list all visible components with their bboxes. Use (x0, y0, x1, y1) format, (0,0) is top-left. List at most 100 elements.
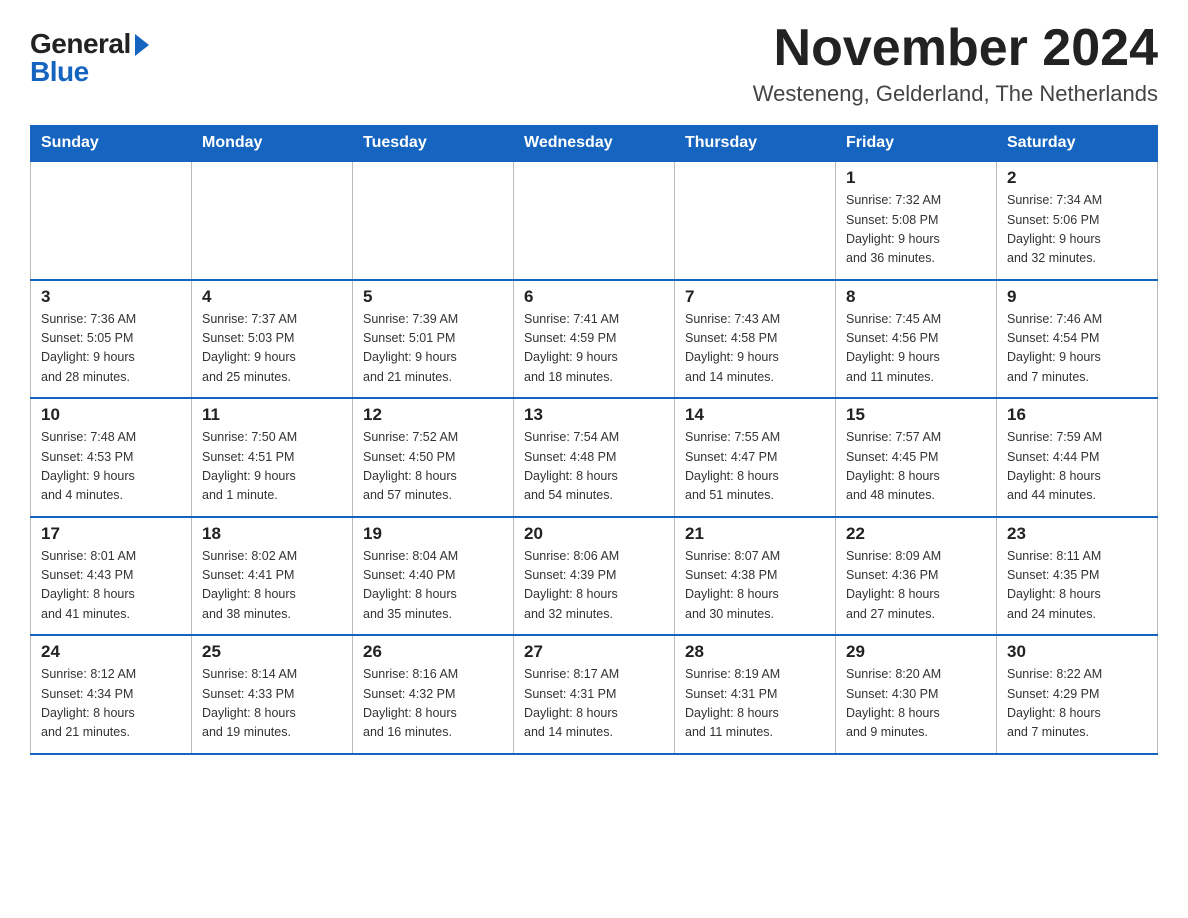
header-tuesday: Tuesday (353, 126, 514, 162)
day-number: 22 (846, 524, 986, 544)
table-row: 6 Sunrise: 7:41 AM Sunset: 4:59 PM Daylig… (514, 280, 675, 399)
table-row: 8 Sunrise: 7:45 AM Sunset: 4:56 PM Daylig… (836, 280, 997, 399)
day-number: 11 (202, 405, 342, 425)
table-row: 27 Sunrise: 8:17 AM Sunset: 4:31 PM Dayli… (514, 635, 675, 754)
day-info: Sunrise: 7:37 AM Sunset: 5:03 PM Dayligh… (202, 310, 342, 388)
table-row: 25Sunrise: 8:14 AM Sunset: 4:33 PM Dayli… (192, 635, 353, 754)
day-info: Sunrise: 7:55 AM Sunset: 4:47 PM Dayligh… (685, 428, 825, 506)
calendar-week-row: 17 Sunrise: 8:01 AM Sunset: 4:43 PM Dayli… (31, 517, 1158, 636)
day-number: 14 (685, 405, 825, 425)
table-row (353, 161, 514, 280)
day-info: Sunrise: 8:02 AM Sunset: 4:41 PM Dayligh… (202, 547, 342, 625)
day-info: Sunrise: 7:45 AM Sunset: 4:56 PM Dayligh… (846, 310, 986, 388)
day-info: Sunrise: 8:22 AM Sunset: 4:29 PM Dayligh… (1007, 665, 1147, 743)
day-info: Sunrise: 7:36 AM Sunset: 5:05 PM Dayligh… (41, 310, 181, 388)
table-row (192, 161, 353, 280)
header-thursday: Thursday (675, 126, 836, 162)
day-info: Sunrise: 7:59 AM Sunset: 4:44 PM Dayligh… (1007, 428, 1147, 506)
day-number: 4 (202, 287, 342, 307)
day-number: 16 (1007, 405, 1147, 425)
day-number: 29 (846, 642, 986, 662)
day-number: 9 (1007, 287, 1147, 307)
table-row: 26 Sunrise: 8:16 AM Sunset: 4:32 PM Dayli… (353, 635, 514, 754)
day-number: 23 (1007, 524, 1147, 544)
day-info: Sunrise: 8:06 AM Sunset: 4:39 PM Dayligh… (524, 547, 664, 625)
day-number: 2 (1007, 168, 1147, 188)
table-row (675, 161, 836, 280)
table-row: 12 Sunrise: 7:52 AM Sunset: 4:50 PM Dayli… (353, 398, 514, 517)
day-number: 21 (685, 524, 825, 544)
day-info: Sunrise: 7:34 AM Sunset: 5:06 PM Dayligh… (1007, 191, 1147, 269)
header-sunday: Sunday (31, 126, 192, 162)
day-number: 13 (524, 405, 664, 425)
header-wednesday: Wednesday (514, 126, 675, 162)
day-info: Sunrise: 7:50 AM Sunset: 4:51 PM Dayligh… (202, 428, 342, 506)
day-info: Sunrise: 8:01 AM Sunset: 4:43 PM Dayligh… (41, 547, 181, 625)
logo-blue-text: Blue (30, 58, 89, 86)
day-number: 12 (363, 405, 503, 425)
table-row (514, 161, 675, 280)
header-saturday: Saturday (997, 126, 1158, 162)
day-info: Sunrise: 7:41 AM Sunset: 4:59 PM Dayligh… (524, 310, 664, 388)
day-number: 18 (202, 524, 342, 544)
table-row: 29Sunrise: 8:20 AM Sunset: 4:30 PM Dayli… (836, 635, 997, 754)
day-info: Sunrise: 7:52 AM Sunset: 4:50 PM Dayligh… (363, 428, 503, 506)
calendar-week-row: 1 Sunrise: 7:32 AM Sunset: 5:08 PM Daylig… (31, 161, 1158, 280)
table-row: 11 Sunrise: 7:50 AM Sunset: 4:51 PM Dayli… (192, 398, 353, 517)
calendar-week-row: 24 Sunrise: 8:12 AM Sunset: 4:34 PM Dayli… (31, 635, 1158, 754)
day-info: Sunrise: 7:46 AM Sunset: 4:54 PM Dayligh… (1007, 310, 1147, 388)
day-number: 26 (363, 642, 503, 662)
day-number: 7 (685, 287, 825, 307)
day-info: Sunrise: 7:48 AM Sunset: 4:53 PM Dayligh… (41, 428, 181, 506)
day-number: 8 (846, 287, 986, 307)
logo: General Blue (30, 30, 149, 86)
table-row: 7 Sunrise: 7:43 AM Sunset: 4:58 PM Daylig… (675, 280, 836, 399)
calendar-header-row: Sunday Monday Tuesday Wednesday Thursday… (31, 126, 1158, 162)
table-row: 23 Sunrise: 8:11 AM Sunset: 4:35 PM Dayli… (997, 517, 1158, 636)
table-row: 5 Sunrise: 7:39 AM Sunset: 5:01 PM Daylig… (353, 280, 514, 399)
page-header: General Blue November 2024 Westeneng, Ge… (30, 20, 1158, 107)
day-info: Sunrise: 8:09 AM Sunset: 4:36 PM Dayligh… (846, 547, 986, 625)
day-number: 28 (685, 642, 825, 662)
table-row: 2 Sunrise: 7:34 AM Sunset: 5:06 PM Daylig… (997, 161, 1158, 280)
table-row: 10 Sunrise: 7:48 AM Sunset: 4:53 PM Dayli… (31, 398, 192, 517)
table-row: 14 Sunrise: 7:55 AM Sunset: 4:47 PM Dayli… (675, 398, 836, 517)
table-row: 24 Sunrise: 8:12 AM Sunset: 4:34 PM Dayli… (31, 635, 192, 754)
table-row: 15Sunrise: 7:57 AM Sunset: 4:45 PM Dayli… (836, 398, 997, 517)
day-info: Sunrise: 8:12 AM Sunset: 4:34 PM Dayligh… (41, 665, 181, 743)
table-row: 21 Sunrise: 8:07 AM Sunset: 4:38 PM Dayli… (675, 517, 836, 636)
day-info: Sunrise: 8:04 AM Sunset: 4:40 PM Dayligh… (363, 547, 503, 625)
calendar-table: Sunday Monday Tuesday Wednesday Thursday… (30, 125, 1158, 755)
day-info: Sunrise: 7:39 AM Sunset: 5:01 PM Dayligh… (363, 310, 503, 388)
day-number: 6 (524, 287, 664, 307)
header-friday: Friday (836, 126, 997, 162)
day-number: 30 (1007, 642, 1147, 662)
table-row: 3Sunrise: 7:36 AM Sunset: 5:05 PM Daylig… (31, 280, 192, 399)
day-info: Sunrise: 8:07 AM Sunset: 4:38 PM Dayligh… (685, 547, 825, 625)
table-row: 17 Sunrise: 8:01 AM Sunset: 4:43 PM Dayli… (31, 517, 192, 636)
table-row: 16 Sunrise: 7:59 AM Sunset: 4:44 PM Dayli… (997, 398, 1158, 517)
day-number: 5 (363, 287, 503, 307)
calendar-week-row: 10 Sunrise: 7:48 AM Sunset: 4:53 PM Dayli… (31, 398, 1158, 517)
day-info: Sunrise: 7:43 AM Sunset: 4:58 PM Dayligh… (685, 310, 825, 388)
day-number: 19 (363, 524, 503, 544)
day-info: Sunrise: 8:11 AM Sunset: 4:35 PM Dayligh… (1007, 547, 1147, 625)
day-number: 24 (41, 642, 181, 662)
day-number: 17 (41, 524, 181, 544)
logo-arrow-icon (135, 34, 149, 56)
table-row: 20Sunrise: 8:06 AM Sunset: 4:39 PM Dayli… (514, 517, 675, 636)
table-row: 28Sunrise: 8:19 AM Sunset: 4:31 PM Dayli… (675, 635, 836, 754)
day-info: Sunrise: 8:16 AM Sunset: 4:32 PM Dayligh… (363, 665, 503, 743)
day-number: 27 (524, 642, 664, 662)
day-info: Sunrise: 7:32 AM Sunset: 5:08 PM Dayligh… (846, 191, 986, 269)
header-monday: Monday (192, 126, 353, 162)
day-info: Sunrise: 8:17 AM Sunset: 4:31 PM Dayligh… (524, 665, 664, 743)
table-row: 13Sunrise: 7:54 AM Sunset: 4:48 PM Dayli… (514, 398, 675, 517)
table-row: 18 Sunrise: 8:02 AM Sunset: 4:41 PM Dayli… (192, 517, 353, 636)
table-row: 9 Sunrise: 7:46 AM Sunset: 4:54 PM Daylig… (997, 280, 1158, 399)
table-row: 4 Sunrise: 7:37 AM Sunset: 5:03 PM Daylig… (192, 280, 353, 399)
day-number: 25 (202, 642, 342, 662)
day-info: Sunrise: 7:57 AM Sunset: 4:45 PM Dayligh… (846, 428, 986, 506)
day-number: 1 (846, 168, 986, 188)
day-number: 10 (41, 405, 181, 425)
